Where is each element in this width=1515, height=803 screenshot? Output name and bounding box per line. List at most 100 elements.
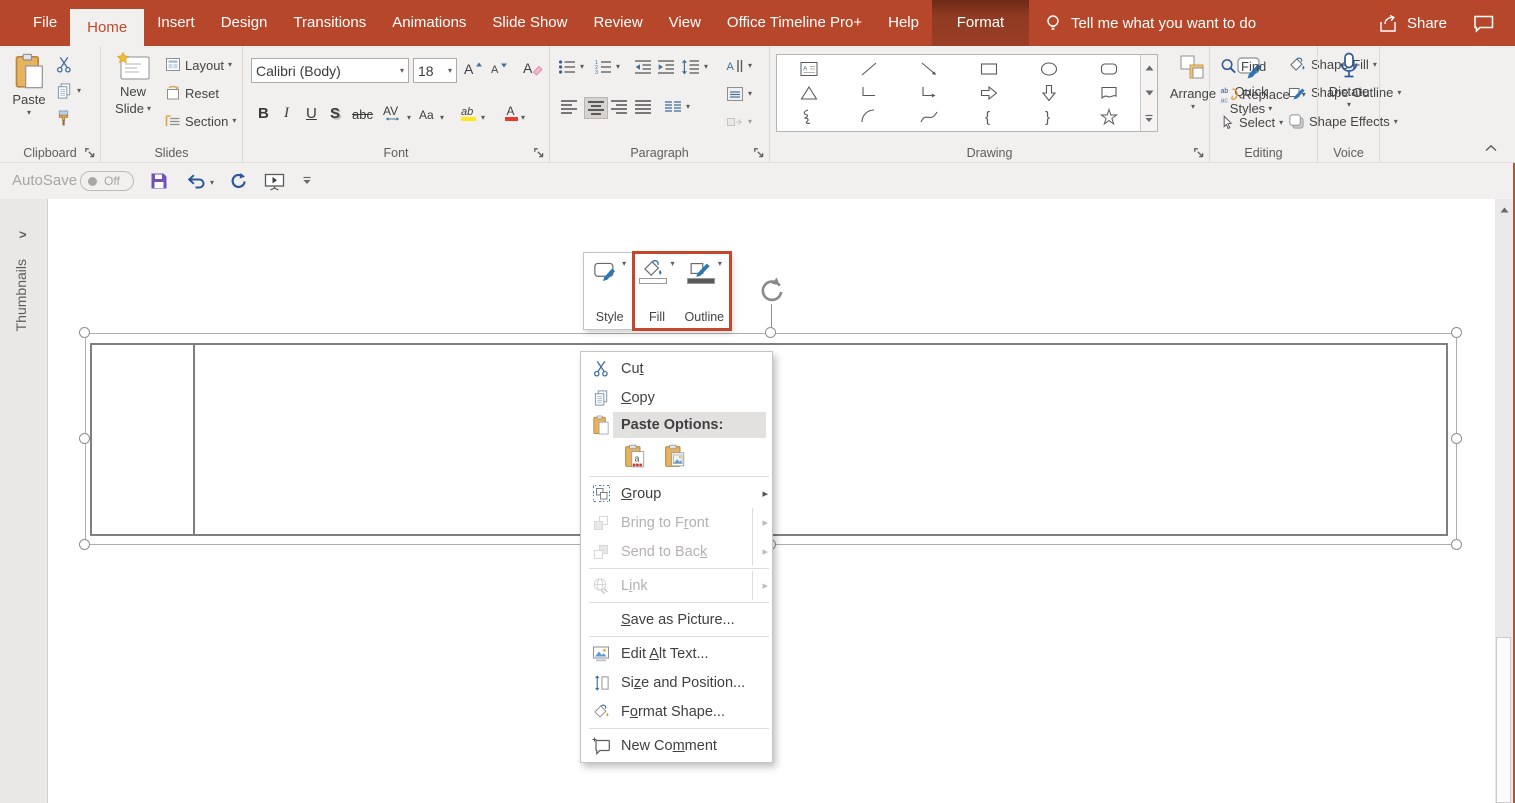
menu-item-save-as-picture[interactable]: Save as Picture... — [581, 605, 772, 634]
expand-thumbnails-chevron-icon[interactable]: > — [19, 227, 27, 242]
save-button[interactable] — [150, 172, 168, 190]
cut-button[interactable] — [56, 56, 73, 73]
tab-help[interactable]: Help — [875, 0, 932, 46]
undo-dropdown-arrow[interactable]: ▾ — [210, 179, 214, 187]
strikethrough-button[interactable]: abc — [349, 98, 376, 124]
align-text-button[interactable]: ▾ — [726, 86, 752, 102]
shape-curve[interactable] — [899, 105, 959, 129]
selection-handle-middle-right[interactable] — [1451, 433, 1462, 444]
menu-item-group[interactable]: Group▸ — [581, 479, 772, 508]
tell-me-box[interactable]: Tell me what you want to do — [1043, 0, 1256, 46]
shape-triangle[interactable] — [779, 81, 839, 105]
menu-item-size-and-position[interactable]: Size and Position... — [581, 668, 772, 697]
tab-home[interactable]: Home — [70, 9, 144, 46]
menu-item-send-to-back[interactable]: Send to Back▸ — [581, 537, 772, 566]
gallery-scroll-up-button[interactable] — [1141, 55, 1157, 80]
shape-text-box[interactable]: A — [779, 57, 839, 81]
font-size-combo[interactable]: 18▾ — [413, 58, 457, 83]
comments-icon[interactable] — [1473, 14, 1495, 33]
shape-arrow[interactable] — [899, 57, 959, 81]
mini-outline-button[interactable]: ▾ Outline — [681, 258, 728, 326]
font-dialog-launcher[interactable] — [533, 147, 545, 159]
menu-item-link[interactable]: Link▸ — [581, 571, 772, 600]
menu-item-bring-to-front[interactable]: Bring to Front▸ — [581, 508, 772, 537]
font-color-button[interactable]: A▾ — [501, 98, 528, 124]
shape-right-brace[interactable]: } — [1019, 105, 1079, 129]
shape-down-arrow[interactable] — [1019, 81, 1079, 105]
paste-option-picture[interactable] — [661, 442, 689, 470]
text-direction-button[interactable]: A▾ — [726, 58, 752, 74]
italic-button[interactable]: I — [281, 98, 292, 124]
tab-insert[interactable]: Insert — [144, 0, 208, 46]
shape-arc[interactable] — [839, 105, 899, 129]
menu-item-new-comment[interactable]: New Comment — [581, 731, 772, 760]
selection-handle-middle-left[interactable] — [79, 433, 90, 444]
tab-animations[interactable]: Animations — [379, 0, 479, 46]
collapse-ribbon-button[interactable] — [1484, 144, 1504, 158]
change-case-button[interactable]: Aa▾ — [415, 98, 447, 124]
customize-qat-button[interactable] — [302, 176, 312, 185]
shape-right-arrow[interactable] — [959, 81, 1019, 105]
tab-view[interactable]: View — [656, 0, 714, 46]
decrease-indent-button[interactable] — [634, 59, 652, 75]
mini-style-button[interactable]: ▾ Style — [586, 258, 633, 326]
menu-item-cut[interactable]: Cut — [581, 354, 772, 383]
character-spacing-button[interactable]: AV▾ — [379, 98, 414, 124]
start-from-beginning-button[interactable] — [264, 172, 285, 191]
shape-oval[interactable] — [1019, 57, 1079, 81]
shape-elbow-connector[interactable] — [839, 81, 899, 105]
paragraph-dialog-launcher[interactable] — [753, 147, 765, 159]
text-shadow-button[interactable]: S — [327, 98, 343, 124]
menu-item-format-shape[interactable]: Format Shape... — [581, 697, 772, 726]
increase-indent-button[interactable] — [657, 59, 675, 75]
replace-button[interactable]: abacReplace▾ — [1220, 86, 1306, 103]
tab-slide-show[interactable]: Slide Show — [479, 0, 580, 46]
shape-rectangle[interactable] — [959, 57, 1019, 81]
align-center-button[interactable] — [584, 97, 608, 119]
selection-handle-top-left[interactable] — [79, 327, 90, 338]
scrollbar-thumb[interactable] — [1496, 637, 1511, 803]
tab-file[interactable]: File — [20, 0, 70, 46]
thumbnails-panel-label[interactable]: Thumbnails — [13, 259, 29, 331]
selection-handle-bottom-right[interactable] — [1451, 539, 1462, 550]
autosave-toggle[interactable]: Off — [80, 171, 134, 191]
align-left-button[interactable] — [560, 99, 578, 115]
numbering-button[interactable]: 123▾ — [594, 59, 620, 75]
justify-button[interactable] — [634, 99, 652, 115]
convert-to-smartart-button[interactable]: ▾ — [726, 114, 752, 130]
tab-transitions[interactable]: Transitions — [280, 0, 379, 46]
font-family-combo[interactable]: Calibri (Body)▾ — [251, 58, 409, 83]
align-right-button[interactable] — [610, 99, 628, 115]
selection-handle-top-right[interactable] — [1451, 327, 1462, 338]
clipboard-dialog-launcher[interactable] — [84, 147, 96, 159]
selection-handle-bottom-left[interactable] — [79, 539, 90, 550]
section-button[interactable]: Section▾ — [165, 113, 236, 129]
decrease-font-size-button[interactable]: A — [490, 60, 509, 77]
menu-item-copy[interactable]: Copy — [581, 383, 772, 412]
bullets-button[interactable]: ▾ — [558, 59, 584, 75]
share-button[interactable]: Share — [1378, 14, 1447, 33]
increase-font-size-button[interactable]: A — [463, 60, 484, 77]
menu-item-paste-options[interactable]: Paste Options: — [581, 412, 772, 438]
shape-flowchart-document[interactable] — [1079, 81, 1139, 105]
rotate-handle-icon[interactable] — [757, 276, 786, 305]
selection-handle-top-middle[interactable] — [765, 327, 776, 338]
shape-rounded-rectangle[interactable] — [1079, 57, 1139, 81]
paste-option-keep-text-only[interactable]: a — [621, 442, 649, 470]
mini-fill-button[interactable]: ▾ Fill — [633, 258, 680, 326]
underline-button[interactable]: U — [303, 98, 320, 124]
tab-office-timeline-pro[interactable]: Office Timeline Pro+ — [714, 0, 875, 46]
tab-format-contextual[interactable]: Format — [932, 0, 1029, 46]
shape-line[interactable] — [839, 57, 899, 81]
tab-design[interactable]: Design — [208, 0, 281, 46]
text-highlight-button[interactable]: ab▾ — [457, 98, 488, 124]
vertical-scrollbar[interactable] — [1495, 199, 1513, 803]
bold-button[interactable]: B — [255, 98, 272, 124]
undo-button[interactable] — [186, 173, 206, 190]
clear-formatting-button[interactable]: A — [523, 59, 543, 76]
columns-button[interactable]: ▾ — [664, 99, 690, 115]
reset-button[interactable]: Reset — [165, 85, 219, 101]
drawing-dialog-launcher[interactable] — [1193, 147, 1205, 159]
scroll-up-button[interactable] — [1495, 201, 1513, 219]
gallery-scroll-down-button[interactable] — [1141, 80, 1157, 105]
